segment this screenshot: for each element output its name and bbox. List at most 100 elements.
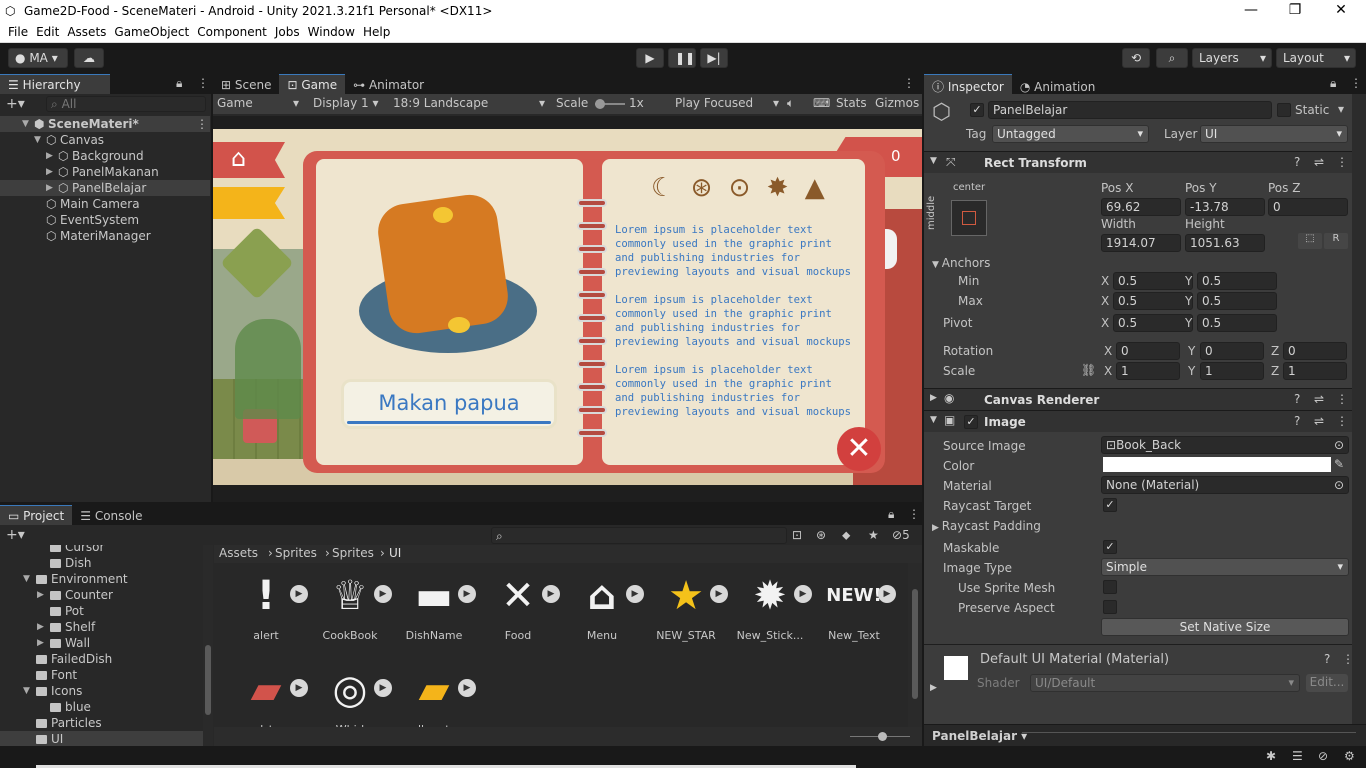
- shader-dropdown[interactable]: UI/Default: [1030, 674, 1300, 692]
- height-input[interactable]: 1051.63: [1185, 234, 1265, 252]
- asset-item[interactable]: ◎▶Whirl: [308, 661, 392, 727]
- raycast-padding-label[interactable]: ▶ Raycast Padding: [932, 519, 1041, 533]
- tree-arrow-icon[interactable]: ▼: [34, 132, 41, 148]
- color-swatch[interactable]: [1103, 457, 1331, 472]
- favorite-star-icon[interactable]: ★: [868, 528, 879, 542]
- vector-rot_x-input[interactable]: 0: [1116, 342, 1180, 360]
- keyboard-icon[interactable]: ⌨: [813, 96, 830, 110]
- notification-icon[interactable]: ⚙: [1344, 749, 1355, 763]
- project-folder-row[interactable]: UI: [0, 731, 203, 746]
- maskable-checkbox[interactable]: ✓: [1103, 540, 1117, 554]
- project-folder-row[interactable]: Particles: [0, 715, 203, 731]
- raycast-target-checkbox[interactable]: ✓: [1103, 498, 1117, 512]
- project-folder-row[interactable]: ▶ Wall: [0, 635, 203, 651]
- set-native-size-button[interactable]: Set Native Size: [1101, 618, 1349, 636]
- vector-min_y-input[interactable]: 0.5: [1197, 272, 1277, 290]
- axis-y-label[interactable]: Y: [1188, 364, 1195, 378]
- rect-transform-header[interactable]: ▼ ⤧ Rect Transform ? ⇌ ⋮: [924, 151, 1352, 173]
- vector-min_x-input[interactable]: 0.5: [1113, 272, 1193, 290]
- more-menu-icon[interactable]: ⋮: [1342, 652, 1354, 666]
- tab-inspector[interactable]: ⓘ Inspector: [924, 74, 1012, 94]
- help-icon[interactable]: ?: [1294, 155, 1300, 169]
- home-button[interactable]: [213, 142, 285, 178]
- breadcrumb-assets[interactable]: Assets: [219, 546, 258, 560]
- menu-gameobject[interactable]: GameObject: [110, 23, 193, 39]
- maximize-button[interactable]: ❐: [1272, 2, 1318, 18]
- gizmos-button[interactable]: Gizmos: [875, 96, 919, 110]
- tab-scene[interactable]: ⊞ Scene: [213, 75, 279, 95]
- asset-item[interactable]: ▰▶red_tag: [224, 661, 308, 727]
- settings-icon[interactable]: ⇌: [1314, 155, 1324, 169]
- inspector-scrollbar[interactable]: [1352, 94, 1366, 746]
- asset-scrollbar[interactable]: [908, 563, 922, 727]
- asset-item[interactable]: ✕ ▶ Food: [476, 567, 560, 642]
- axis-x-label[interactable]: X: [1104, 364, 1112, 378]
- tree-arrow-icon[interactable]: ▼: [23, 683, 30, 699]
- layers-dropdown[interactable]: Layers ▾: [1192, 48, 1272, 68]
- expand-arrow-icon[interactable]: ▶: [930, 683, 937, 693]
- stats-button[interactable]: Stats: [836, 96, 867, 110]
- vector-rot_z-input[interactable]: 0: [1283, 342, 1347, 360]
- posy-input[interactable]: -13.78: [1185, 198, 1265, 216]
- asset-item[interactable]: ! ▶ alert: [224, 567, 308, 642]
- menu-edit[interactable]: Edit: [32, 23, 63, 39]
- hierarchy-row[interactable]: ⬡ Main Camera: [0, 196, 210, 212]
- help-icon[interactable]: ?: [1324, 652, 1330, 666]
- cloud-button[interactable]: ☁: [74, 48, 104, 68]
- project-search-input[interactable]: ⌕: [491, 527, 787, 544]
- axis-z-label[interactable]: Z: [1271, 344, 1279, 358]
- expand-sprite-icon[interactable]: ▶: [290, 679, 308, 697]
- vector-sc_z-input[interactable]: 1: [1283, 362, 1347, 380]
- more-menu-icon[interactable]: ⋮: [196, 116, 208, 132]
- expand-sprite-icon[interactable]: ▶: [458, 585, 476, 603]
- vector-sc_y-input[interactable]: 1: [1200, 362, 1264, 380]
- breadcrumb-ui[interactable]: UI: [389, 546, 401, 560]
- breadcrumb-sprites-2[interactable]: Sprites: [332, 546, 374, 560]
- vector-sc_x-input[interactable]: 1: [1116, 362, 1180, 380]
- object-picker-icon[interactable]: ⊙: [1334, 437, 1344, 453]
- expand-sprite-icon[interactable]: ▶: [878, 585, 896, 603]
- menu-jobs[interactable]: Jobs: [271, 23, 304, 39]
- footer-object-name[interactable]: PanelBelajar ▾: [932, 729, 1027, 743]
- eyedropper-icon[interactable]: ✎: [1334, 457, 1344, 471]
- asset-item[interactable]: ★ ▶ NEW_STAR: [644, 567, 728, 642]
- tab-console[interactable]: ☰ Console: [72, 506, 150, 526]
- expand-sprite-icon[interactable]: ▶: [374, 679, 392, 697]
- tab-hierarchy[interactable]: ☰ Hierarchy: [0, 74, 110, 94]
- tree-arrow-icon[interactable]: ▶: [46, 148, 53, 164]
- network-icon[interactable]: ⊘: [1318, 749, 1328, 763]
- asset-item[interactable]: NEW! ▶ New_Text: [812, 567, 896, 642]
- asset-item[interactable]: ♕ ▶ CookBook: [308, 567, 392, 642]
- project-folder-row[interactable]: Cursor: [0, 545, 203, 555]
- axis-y-label[interactable]: Y: [1185, 274, 1192, 288]
- hierarchy-row[interactable]: ⬡ MateriManager: [0, 228, 210, 244]
- tree-arrow-icon[interactable]: ▶: [46, 164, 53, 180]
- object-name-input[interactable]: PanelBelajar: [988, 101, 1272, 119]
- menu-window[interactable]: Window: [304, 23, 359, 39]
- menu-component[interactable]: Component: [193, 23, 271, 39]
- axis-x-label[interactable]: X: [1101, 294, 1109, 308]
- pause-button[interactable]: ❚❚: [668, 48, 696, 68]
- axis-x-label[interactable]: X: [1104, 344, 1112, 358]
- vector-max_x-input[interactable]: 0.5: [1113, 292, 1193, 310]
- asset-item[interactable]: ▬ ▶ DishName: [392, 567, 476, 642]
- asset-item[interactable]: ▰▶yellow_tag: [392, 661, 476, 727]
- source-image-field[interactable]: ⊡Book_Back ⊙: [1101, 436, 1349, 454]
- width-input[interactable]: 1914.07: [1101, 234, 1181, 252]
- menu-file[interactable]: File: [4, 23, 32, 39]
- debug-icon[interactable]: ✱: [1266, 749, 1276, 763]
- hierarchy-row[interactable]: ▶ ⬡ PanelBelajar: [0, 180, 210, 196]
- axis-z-label[interactable]: Z: [1271, 364, 1279, 378]
- expand-sprite-icon[interactable]: ▶: [374, 585, 392, 603]
- vector-piv_y-input[interactable]: 0.5: [1197, 314, 1277, 332]
- anchor-preset-button[interactable]: [951, 200, 987, 236]
- play-mode-dropdown[interactable]: Play Focused ▾: [675, 96, 779, 110]
- more-menu-icon[interactable]: ⋮: [1336, 155, 1348, 169]
- hierarchy-row[interactable]: ▶ ⬡ Background: [0, 148, 210, 164]
- image-enabled-checkbox[interactable]: ✓: [964, 415, 978, 429]
- project-folder-row[interactable]: ▼ Environment: [0, 571, 203, 587]
- create-asset-button[interactable]: +▾: [6, 527, 25, 543]
- settings-icon[interactable]: ⇌: [1314, 392, 1324, 406]
- raw-edit-button[interactable]: R: [1324, 233, 1348, 249]
- expand-sprite-icon[interactable]: ▶: [458, 679, 476, 697]
